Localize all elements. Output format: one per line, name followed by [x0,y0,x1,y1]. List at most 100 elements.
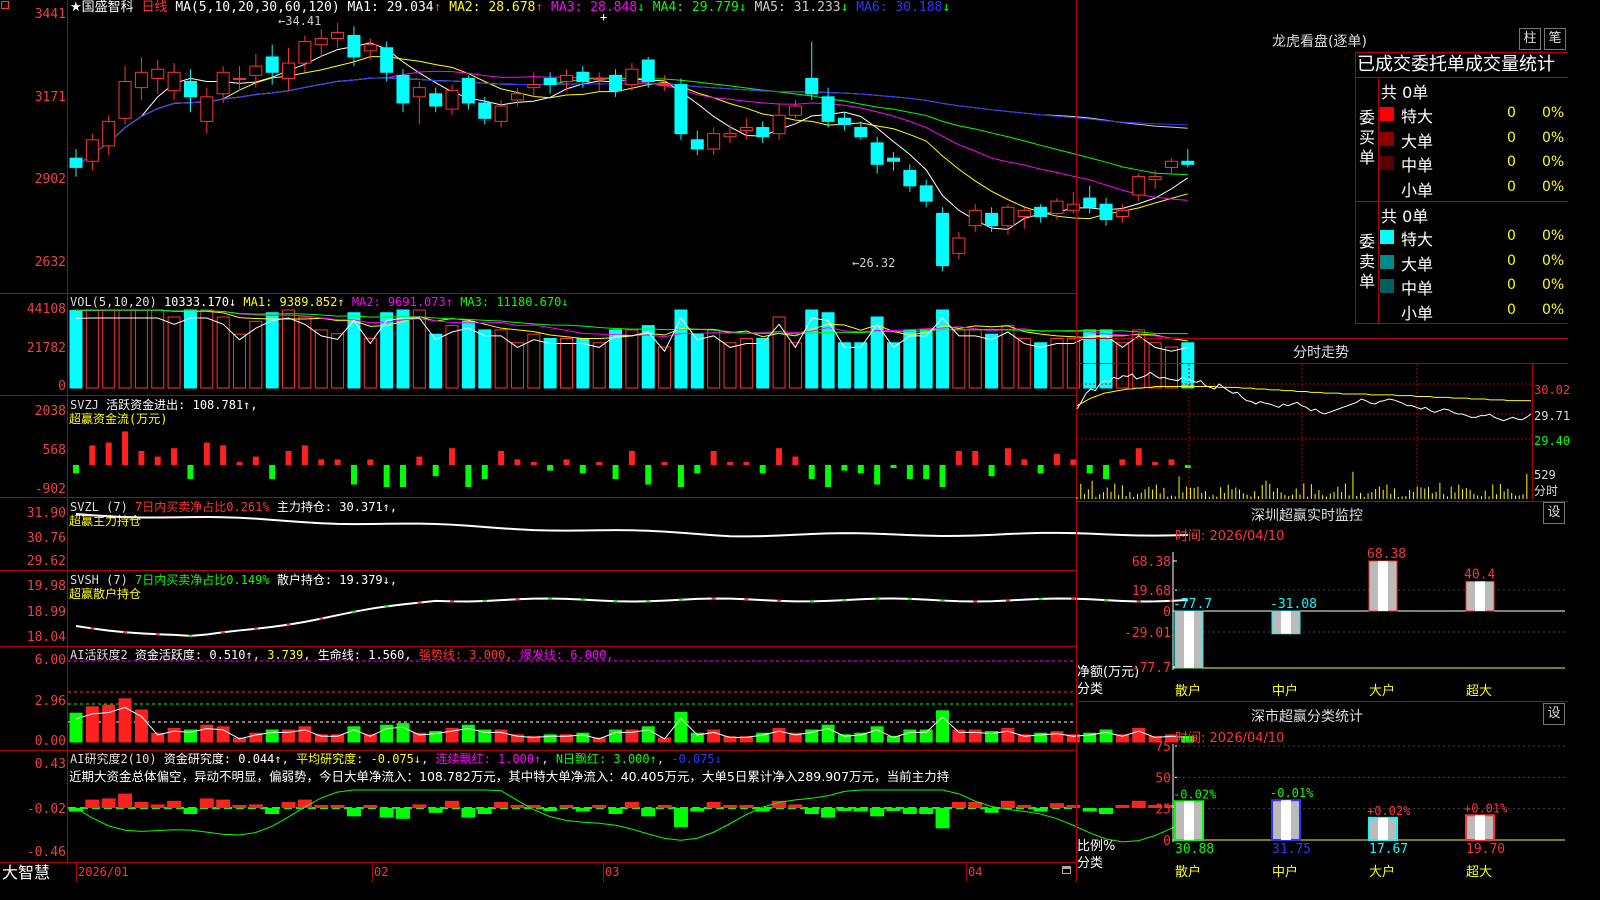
classify-bar-highlight [1281,800,1291,840]
period-label[interactable]: 日线 [141,0,167,15]
candle-body [347,34,361,58]
fund-flow-bar [743,462,750,465]
classify-bar [1368,816,1398,841]
retail-holding-marker [155,633,160,636]
ma120-line [75,77,1188,168]
monitor-axis-label: -29.01 [1124,626,1171,641]
fund-flow-bar [432,465,439,477]
intraday-avg-line [1076,386,1531,407]
ai2-research: 资金研究度: 0.044↑ [163,752,282,766]
retail-holding-marker [319,617,324,620]
lock-icon[interactable] [1062,866,1071,874]
fund-flow-bar [1021,459,1028,465]
fund-flow-bar [367,459,374,465]
order-row: 大单 0 0% [1379,128,1568,151]
intraday-price-line [1076,371,1532,422]
fund-flow-bar [383,465,390,487]
intraday-panel: 分时走势 30.02 29.71 29.40 529 分时 [1076,339,1570,501]
research-bar [494,802,509,808]
volume-bar [772,316,786,389]
candle-body [331,31,345,40]
candle-body [1017,209,1031,217]
classify-axis-label: 75 [1155,740,1171,755]
bar-view-button[interactable]: 柱 [1519,28,1541,50]
date-tick-mark [966,862,967,882]
order-row: 特大 0 0% [1379,103,1568,126]
fund-flow-bar [563,459,570,465]
classify-bar-highlight [1378,817,1388,840]
ai-activity-chart[interactable] [68,654,1195,744]
candle-body [167,71,181,92]
ai-research-chart[interactable] [68,786,1195,858]
candle-body [363,44,377,52]
fund-flow-bar [792,456,799,465]
classify-bar-chart[interactable]: 75 50 25 0 -0.02% 30.88 散户 -0.01% 31.75 中户 +0.02% 1… [1077,702,1568,882]
research-bar [281,802,296,808]
main-chart-area[interactable]: ★国盛智科 日线 MA(5,10,20,30,60,120) MA1: 29.0… [0,0,1195,882]
date-tick: 04 [968,865,983,879]
svzl-main-holding-chart[interactable] [68,500,1188,570]
activity-bar [118,698,132,743]
divider [0,395,1076,396]
vol-value: 10333.170↓ [163,295,237,309]
ai1-axis-label: 6.00 [34,653,66,668]
ai1-axis-label: 2.96 [34,694,66,709]
fund-flow-bar [269,465,276,479]
classify-bar-change: +0.01% [1464,801,1508,815]
price-candlestick-chart[interactable] [68,14,1195,290]
retail-holding-marker [711,597,716,600]
classify-bar-change: -0.02% [1173,787,1217,801]
research-bar [134,802,149,808]
order-row: 小单 0 0% [1379,177,1568,200]
ma30-line [75,77,1188,176]
candle-body [478,102,492,119]
vol-axis-label: 0 [58,379,66,394]
divider [0,570,1076,571]
intraday-chart[interactable] [1076,364,1532,500]
volume-bar [576,337,590,389]
fund-flow-bar [514,459,521,465]
candle-body [1034,206,1048,218]
research-bar [886,808,901,811]
candle-body [233,77,246,80]
volume-chart[interactable] [68,308,1195,389]
svsh-retail-holding-chart[interactable] [68,574,1188,646]
research-bar [739,805,754,808]
order-label: 特大 [1401,230,1434,249]
research-bar [118,793,133,808]
price-axis-label: 2902 [34,172,66,187]
activity-bar [936,710,950,743]
candle-body [494,105,508,122]
volume-bar [85,309,99,389]
activity-bar [772,727,786,743]
research-bar [412,804,427,808]
volume-bar [282,309,296,389]
volume-bar [837,342,851,389]
retail-holding-marker [548,597,553,600]
order-count: 0 [1507,154,1516,170]
fund-flow-bar [939,465,946,487]
stock-name[interactable]: ★国盛智科 [70,0,134,15]
svzj-fund-flow-chart[interactable] [68,405,1191,495]
activity-bar [461,724,475,743]
volume-bar [805,309,819,389]
volume-bar [233,333,246,389]
divider [1355,77,1568,78]
candle-body [968,209,982,227]
fund-flow-bar [988,465,995,477]
candle-body [118,81,132,119]
tick-view-button[interactable]: 笔 [1544,28,1566,50]
research-bar [657,805,672,808]
candle-body [837,117,851,125]
ai2-comment: 近期大资金总体偏空，异动不明显，偏弱势，今日大单净流入：108.782万元，其中… [69,770,950,784]
monitor-category-label: 散户 [1175,683,1201,699]
candle-body [445,90,459,110]
retail-holding-marker [875,597,880,600]
retail-holding-marker [580,598,585,601]
research-bar [150,804,165,808]
monitor-bar-chart[interactable]: 68.3819.680-29.01-77.7-77.7散户-31.08中户68.… [1077,502,1568,701]
monitor-bar-highlight [1378,561,1388,611]
divider [1355,201,1568,202]
fund-flow-bar [89,445,96,465]
candle-body [756,127,770,138]
